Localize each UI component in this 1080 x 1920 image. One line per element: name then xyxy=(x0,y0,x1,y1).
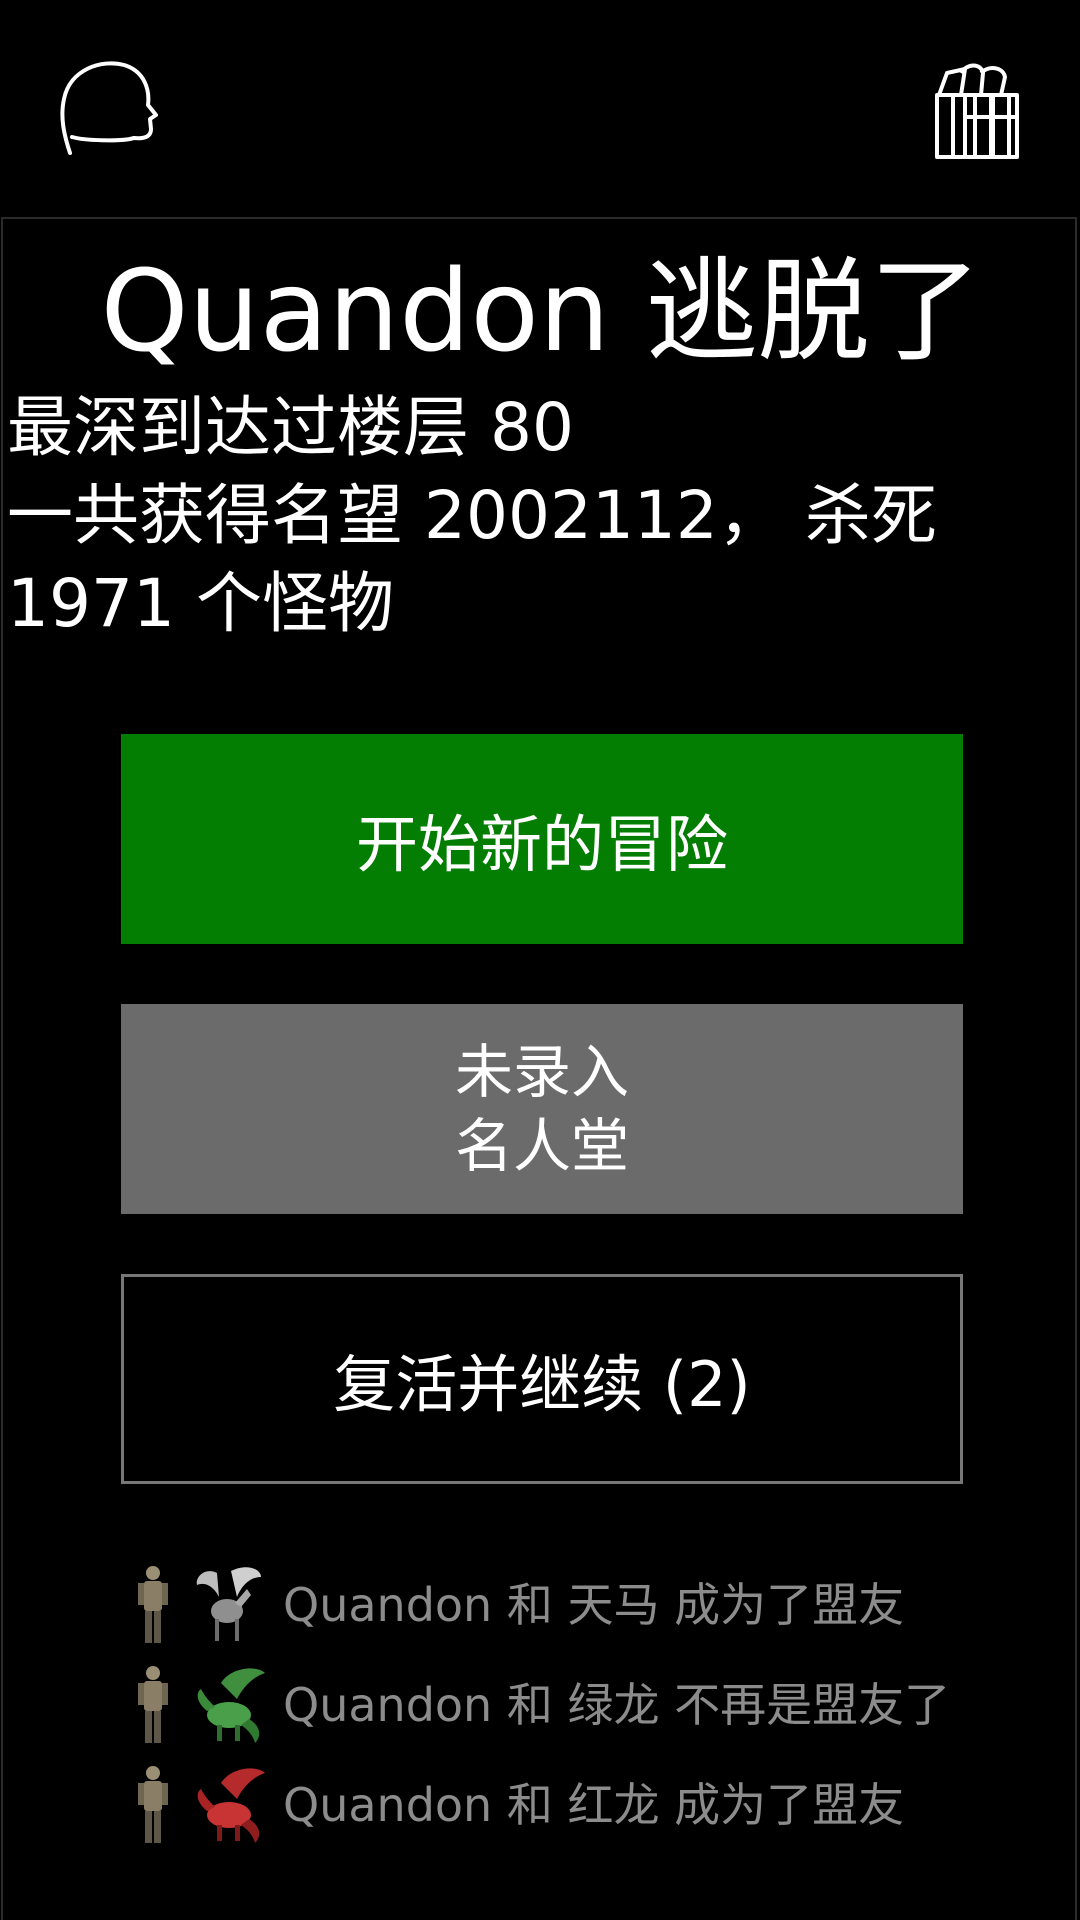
head-profile-icon[interactable] xyxy=(58,55,158,165)
game-over-panel: Quandon 逃脱了 最深到达过楼层 80 一共获得名望 2002112， 杀… xyxy=(1,217,1077,1920)
hero-sprite-icon xyxy=(138,1566,168,1643)
run-stats: 最深到达过楼层 80 一共获得名望 2002112， 杀死 1971 个怪物 xyxy=(7,384,1067,648)
log-entry-text: Quandon 和 天马 成为了盟友 xyxy=(283,1578,905,1632)
hall-of-fame-label-line1: 未录入 xyxy=(454,1038,629,1106)
new-adventure-label: 开始新的冒险 xyxy=(355,808,728,881)
log-entry: Quandon 和 天马 成为了盟友 xyxy=(121,1559,1071,1659)
new-adventure-button[interactable]: 开始新的冒险 xyxy=(121,734,963,944)
hero-sprite-icon xyxy=(138,1766,168,1843)
log-entry-text: Quandon 和 红龙 成为了盟友 xyxy=(283,1778,905,1832)
log-entry: Quandon 和 绿龙 不再是盟友了 xyxy=(121,1659,1071,1759)
stat-monster-count: 1971 个怪物 xyxy=(7,565,394,642)
stat-deepest-floor: 最深到达过楼层 80 xyxy=(7,389,574,466)
hall-of-fame-label-line2: 名人堂 xyxy=(454,1112,629,1180)
green-dragon-sprite-icon xyxy=(197,1668,265,1743)
pegasus-sprite-icon xyxy=(196,1567,261,1641)
top-bar xyxy=(0,0,1080,217)
hall-of-fame-button[interactable]: 未录入 名人堂 xyxy=(121,1004,963,1214)
revive-continue-button[interactable]: 复活并继续 (2) xyxy=(121,1274,963,1484)
red-dragon-sprite-icon xyxy=(197,1768,265,1843)
revive-continue-label: 复活并继续 (2) xyxy=(333,1348,751,1421)
stat-fame-kills: 一共获得名望 2002112， 杀死 xyxy=(7,477,937,554)
hero-sprite-icon xyxy=(138,1666,168,1743)
log-entry: Quandon 和 红龙 成为了盟友 xyxy=(121,1759,1071,1859)
log-entry-text: Quandon 和 绿龙 不再是盟友了 xyxy=(283,1678,951,1732)
game-over-title: Quandon 逃脱了 xyxy=(100,247,982,377)
gift-boxes-icon[interactable] xyxy=(925,55,1025,165)
